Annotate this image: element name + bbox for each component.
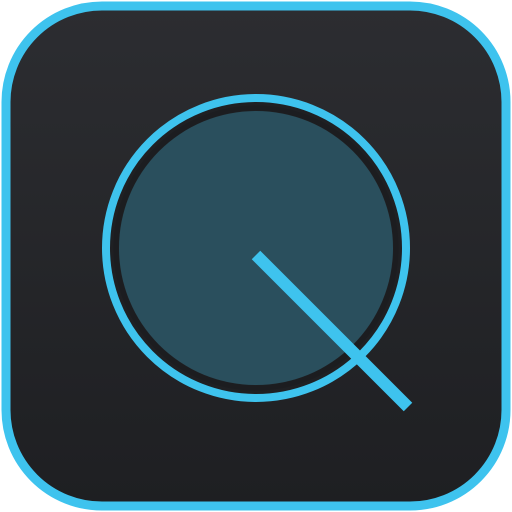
app-icon-canvas <box>0 0 512 512</box>
app-icon <box>1 1 511 511</box>
